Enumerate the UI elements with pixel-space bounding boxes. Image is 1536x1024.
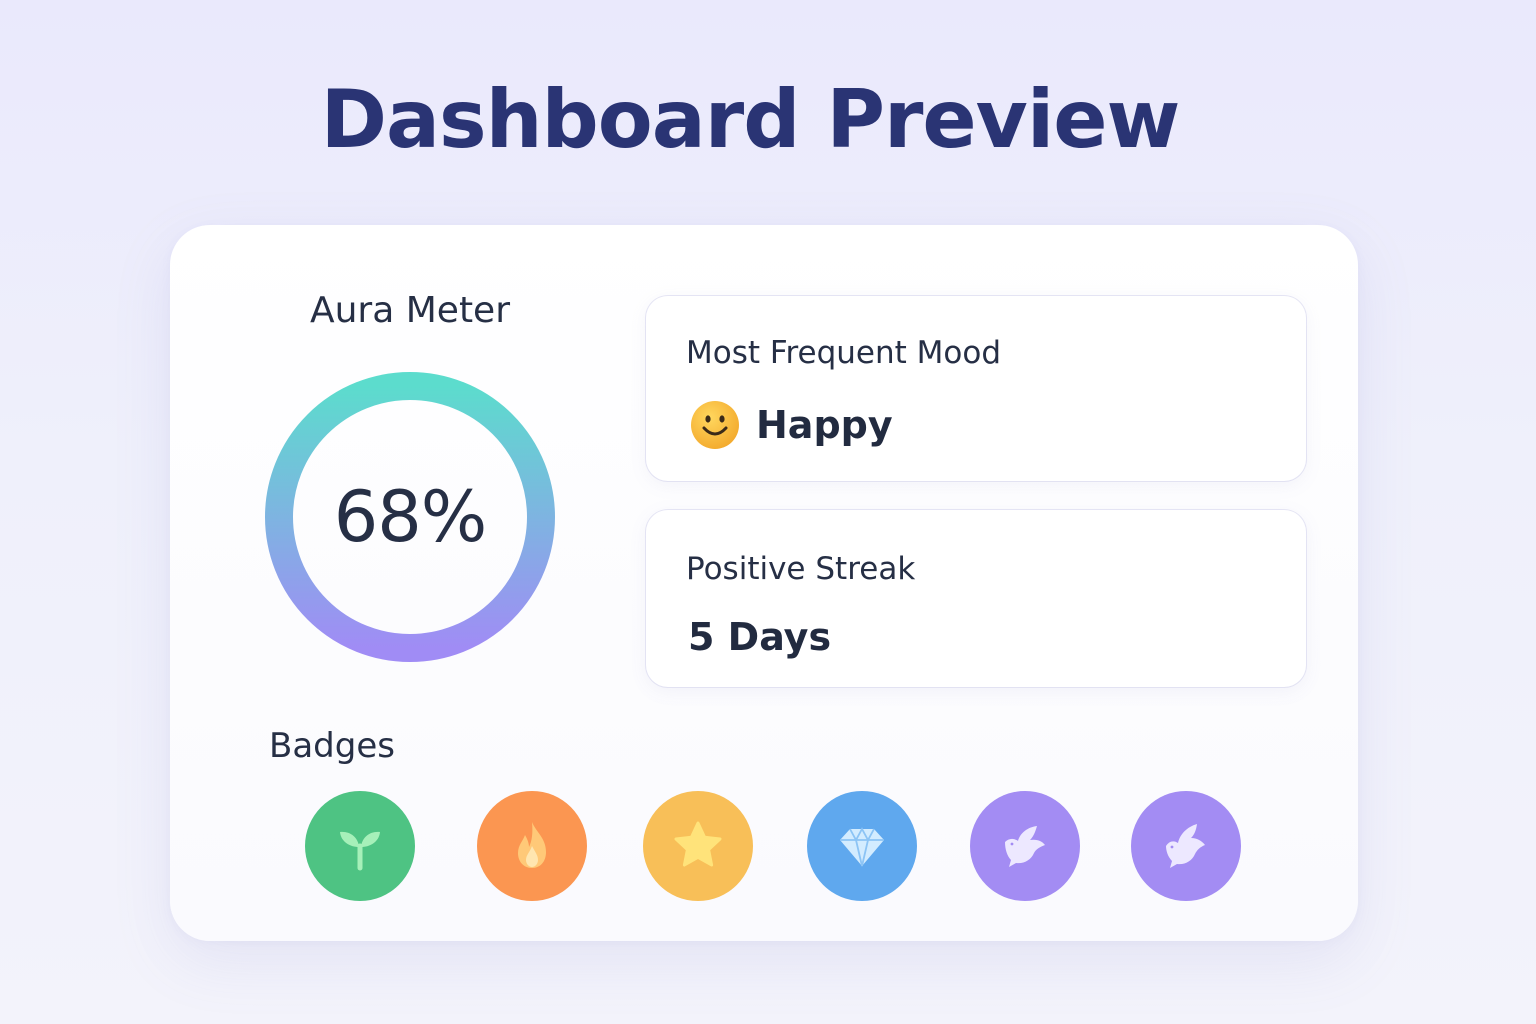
page-title: Dashboard Preview	[320, 73, 1181, 166]
badges-label: Badges	[269, 726, 395, 766]
positive-streak-card: Positive Streak 5 Days	[646, 510, 1306, 687]
dashboard-card: Aura Meter 68% Most Frequent Mood Happy …	[170, 225, 1358, 941]
streak-card-title: Positive Streak	[686, 551, 916, 587]
dove-icon	[1005, 826, 1045, 867]
badge-diamond[interactable]	[807, 791, 917, 901]
mood-value: Happy	[756, 403, 893, 447]
most-frequent-mood-card: Most Frequent Mood Happy	[646, 296, 1306, 481]
diamond-icon	[840, 827, 884, 867]
aura-meter-value: 68%	[333, 476, 488, 558]
badge-flame[interactable]	[477, 791, 587, 901]
badge-sprout[interactable]	[305, 791, 415, 901]
streak-value: 5 Days	[688, 615, 832, 659]
badge-star[interactable]	[643, 791, 753, 901]
mood-card-title: Most Frequent Mood	[686, 335, 1001, 371]
aura-meter-label: Aura Meter	[309, 290, 511, 331]
star-icon	[674, 821, 722, 867]
flame-icon	[518, 822, 546, 868]
smiley-icon	[691, 401, 739, 449]
dove-icon	[1166, 824, 1205, 868]
badge-dove[interactable]	[970, 791, 1080, 901]
mood-value-row: Happy	[690, 400, 893, 450]
sprout-icon	[340, 831, 380, 871]
badge-dove[interactable]	[1131, 791, 1241, 901]
